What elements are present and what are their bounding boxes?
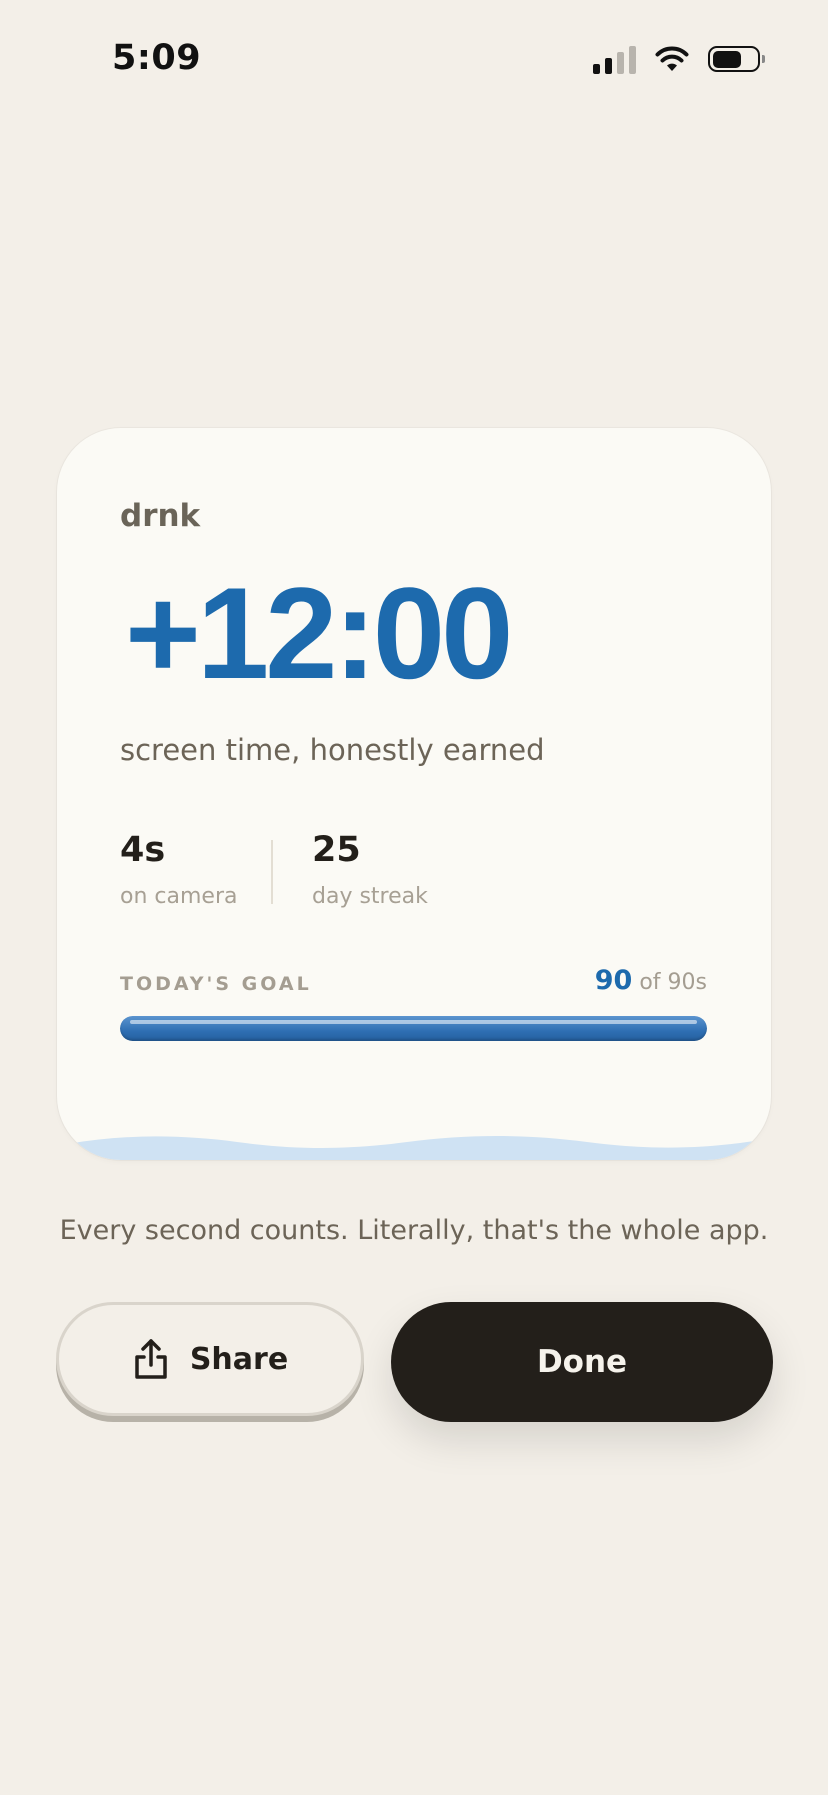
- water-wave: [57, 1136, 771, 1160]
- progress-shine: [130, 1020, 697, 1024]
- done-button-label: Done: [536, 1344, 628, 1380]
- stat-on-camera: 4s on camera: [120, 830, 238, 910]
- battery-level: [712, 50, 742, 68]
- goal-count: 90 of 90s: [595, 965, 707, 996]
- brand-name: drnk: [120, 498, 201, 534]
- goal-label: TODAY'S GOAL: [120, 973, 312, 995]
- goal-current: 90: [594, 965, 633, 996]
- status-time: 5:09: [112, 38, 202, 78]
- battery-icon: [708, 46, 765, 72]
- earned-time-card: drnk +12:00 screen time, honestly earned…: [57, 428, 771, 1160]
- stat-value: 4s: [120, 830, 166, 870]
- goal-progress-fill: [120, 1016, 707, 1041]
- goal-progress-bar: [120, 1016, 707, 1041]
- wifi-icon: [655, 46, 689, 71]
- done-button[interactable]: Done: [391, 1302, 773, 1422]
- share-button[interactable]: Share: [56, 1302, 364, 1416]
- caption: Every second counts. Literally, that's t…: [59, 1215, 769, 1246]
- goal-total: of 90s: [639, 970, 707, 995]
- stat-value: 25: [312, 830, 361, 870]
- share-icon: [135, 1339, 167, 1379]
- earned-time: +12:00: [125, 560, 513, 706]
- earned-subtitle: screen time, honestly earned: [120, 733, 545, 767]
- status-icons: [593, 44, 765, 74]
- stat-day-streak: 25 day streak: [312, 830, 428, 910]
- stat-label: on camera: [120, 884, 238, 909]
- share-button-label: Share: [189, 1341, 289, 1377]
- stat-label: day streak: [312, 884, 428, 909]
- cellular-signal-icon: [593, 44, 636, 74]
- status-bar: 5:09: [0, 0, 828, 120]
- stat-divider: [271, 840, 273, 904]
